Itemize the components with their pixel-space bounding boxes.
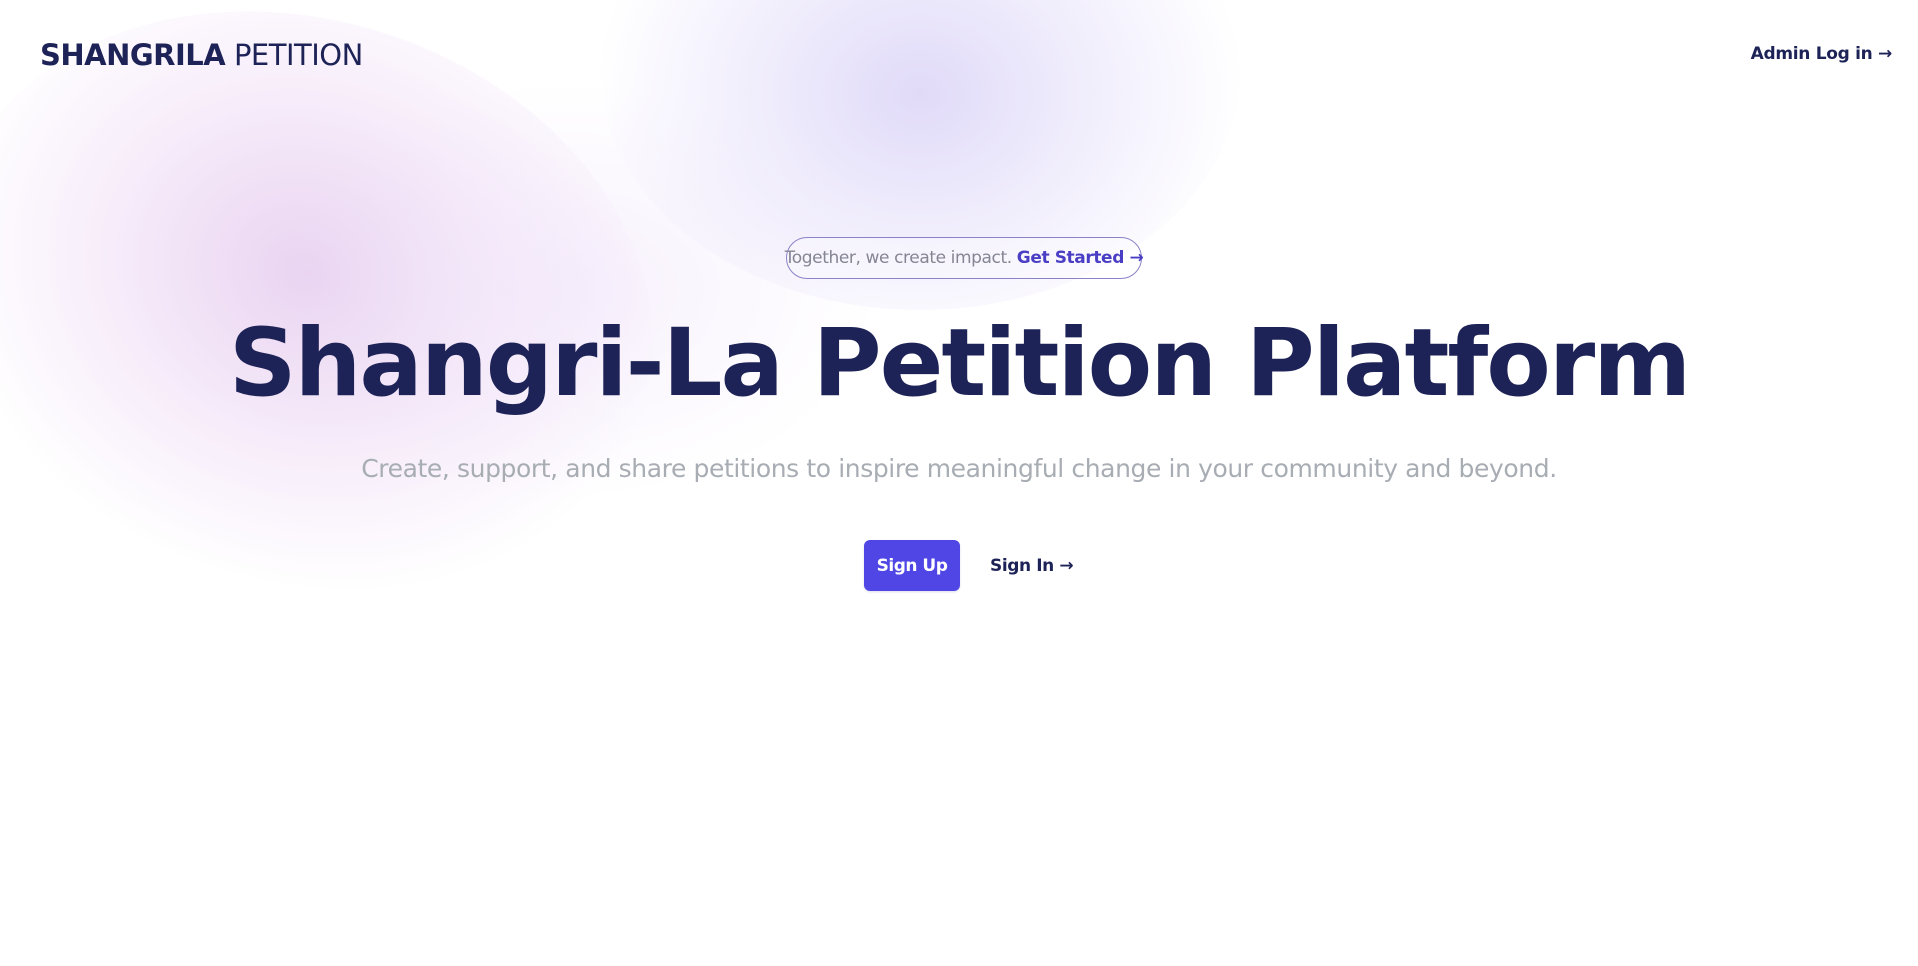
badge-text: Together, we create impact. <box>784 248 1012 268</box>
sign-up-button[interactable]: Sign Up <box>864 540 960 591</box>
background-haze-glow <box>260 80 880 500</box>
sign-in-link[interactable]: Sign In → <box>990 556 1074 576</box>
landing-page: SHANGRILA PETITION Admin Log in → Togeth… <box>0 0 1918 966</box>
page-title: Shangri-La Petition Platform <box>228 309 1691 418</box>
announcement-badge: Together, we create impact. Get Started … <box>784 237 1144 279</box>
logo-light-text: PETITION <box>233 38 363 72</box>
logo-strong-text: SHANGRILA <box>40 38 226 72</box>
hero-actions: Sign Up Sign In → <box>864 540 1074 591</box>
site-logo[interactable]: SHANGRILA PETITION <box>40 36 363 74</box>
hero-subtitle: Create, support, and share petitions to … <box>361 454 1557 483</box>
admin-login-link[interactable]: Admin Log in → <box>1751 42 1893 66</box>
site-header: SHANGRILA PETITION Admin Log in → <box>0 0 1918 110</box>
get-started-link[interactable]: Get Started → <box>1017 248 1144 268</box>
